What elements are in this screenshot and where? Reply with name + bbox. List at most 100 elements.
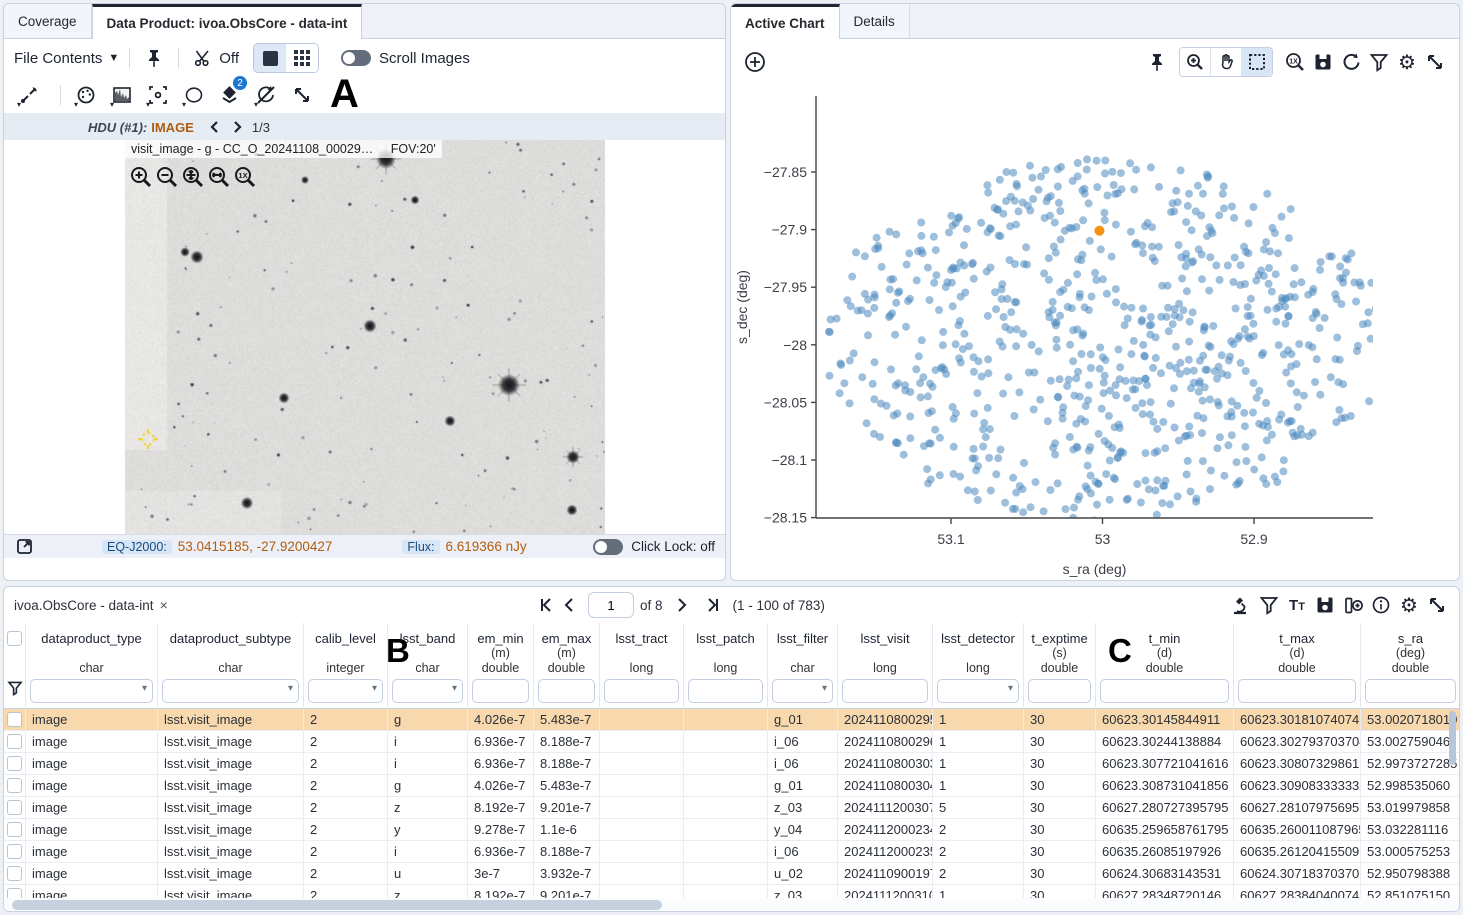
data-point[interactable] xyxy=(864,310,872,318)
data-point[interactable] xyxy=(1206,253,1214,261)
data-point[interactable] xyxy=(1083,155,1091,163)
data-point[interactable] xyxy=(930,279,938,287)
data-point[interactable] xyxy=(1337,300,1345,308)
data-point[interactable] xyxy=(985,454,993,462)
data-point[interactable] xyxy=(936,434,944,442)
data-point[interactable] xyxy=(1151,257,1159,265)
data-point[interactable] xyxy=(864,331,872,339)
data-point[interactable] xyxy=(1227,408,1235,416)
data-point[interactable] xyxy=(1195,388,1203,396)
data-point[interactable] xyxy=(1186,431,1194,439)
data-point[interactable] xyxy=(964,486,972,494)
data-point[interactable] xyxy=(878,263,886,271)
data-point[interactable] xyxy=(1091,269,1099,277)
data-point[interactable] xyxy=(1309,288,1317,296)
data-point[interactable] xyxy=(1207,467,1215,475)
data-point[interactable] xyxy=(1164,304,1172,312)
data-point[interactable] xyxy=(1316,391,1324,399)
data-point[interactable] xyxy=(1242,457,1250,465)
data-point[interactable] xyxy=(1367,279,1375,287)
data-point[interactable] xyxy=(1188,258,1196,266)
data-point[interactable] xyxy=(894,379,902,387)
data-point[interactable] xyxy=(1356,278,1364,286)
data-point[interactable] xyxy=(1101,169,1109,177)
row-checkbox[interactable] xyxy=(7,800,22,815)
data-point[interactable] xyxy=(1199,397,1207,405)
data-point[interactable] xyxy=(1287,205,1295,213)
table-row[interactable]: imagelsst.visit_image2i6.936e-78.188e-7i… xyxy=(4,753,1459,775)
data-point[interactable] xyxy=(1247,295,1255,303)
data-point[interactable] xyxy=(1147,321,1155,329)
data-point[interactable] xyxy=(1004,373,1012,381)
data-point[interactable] xyxy=(998,295,1006,303)
data-point[interactable] xyxy=(1163,313,1171,321)
chart-expand-button[interactable] xyxy=(1421,48,1449,76)
data-point[interactable] xyxy=(1022,243,1030,251)
data-point[interactable] xyxy=(1139,410,1147,418)
data-point[interactable] xyxy=(957,293,965,301)
data-point[interactable] xyxy=(1195,245,1203,253)
data-point[interactable] xyxy=(1142,449,1150,457)
data-point[interactable] xyxy=(1244,333,1252,341)
data-point[interactable] xyxy=(1279,467,1287,475)
data-point[interactable] xyxy=(1012,221,1020,229)
data-point[interactable] xyxy=(1011,505,1019,513)
next-page-button[interactable] xyxy=(669,593,693,617)
data-point[interactable] xyxy=(1258,351,1266,359)
data-point[interactable] xyxy=(1169,320,1177,328)
data-point[interactable] xyxy=(854,307,862,315)
data-point[interactable] xyxy=(874,244,882,252)
data-point[interactable] xyxy=(1061,227,1069,235)
data-point[interactable] xyxy=(1095,430,1103,438)
data-point[interactable] xyxy=(999,210,1007,218)
data-point[interactable] xyxy=(1367,335,1375,343)
data-point[interactable] xyxy=(836,360,844,368)
data-point[interactable] xyxy=(931,426,939,434)
data-point[interactable] xyxy=(996,338,1004,346)
data-point[interactable] xyxy=(979,443,987,451)
data-point[interactable] xyxy=(917,219,925,227)
data-point[interactable] xyxy=(977,219,985,227)
data-point[interactable] xyxy=(1116,424,1124,432)
data-point[interactable] xyxy=(1233,402,1241,410)
chart-zoom-original-button[interactable]: 1X xyxy=(1281,48,1309,76)
table-filter-button[interactable] xyxy=(1255,591,1283,619)
data-point[interactable] xyxy=(1056,288,1064,296)
data-point[interactable] xyxy=(1093,157,1101,165)
data-point[interactable] xyxy=(939,328,947,336)
data-point[interactable] xyxy=(949,222,957,230)
data-point[interactable] xyxy=(1011,260,1019,268)
column-header-lsst_detector[interactable]: lsst_detectorlong▾ xyxy=(933,623,1024,708)
data-point[interactable] xyxy=(1015,388,1023,396)
data-point[interactable] xyxy=(1076,290,1084,298)
data-point[interactable] xyxy=(1120,303,1128,311)
data-point[interactable] xyxy=(1096,344,1104,352)
row-checkbox[interactable] xyxy=(7,734,22,749)
data-point[interactable] xyxy=(1150,418,1158,426)
data-point[interactable] xyxy=(892,299,900,307)
data-point[interactable] xyxy=(1093,501,1101,509)
data-point[interactable] xyxy=(871,358,879,366)
data-point[interactable] xyxy=(870,304,878,312)
data-point[interactable] xyxy=(1117,169,1125,177)
data-point[interactable] xyxy=(1240,409,1248,417)
data-point[interactable] xyxy=(1153,425,1161,433)
data-point[interactable] xyxy=(949,264,957,272)
data-point[interactable] xyxy=(995,232,1003,240)
data-point[interactable] xyxy=(1078,350,1086,358)
data-point[interactable] xyxy=(1019,508,1027,516)
data-point[interactable] xyxy=(1185,356,1193,364)
data-point[interactable] xyxy=(1152,354,1160,362)
data-point[interactable] xyxy=(887,365,895,373)
highlighted-data-point[interactable] xyxy=(1094,226,1104,236)
data-point[interactable] xyxy=(1123,394,1131,402)
data-point[interactable] xyxy=(1138,316,1146,324)
data-point[interactable] xyxy=(979,425,987,433)
column-filter-input[interactable] xyxy=(1028,679,1091,703)
data-point[interactable] xyxy=(1331,290,1339,298)
data-point[interactable] xyxy=(1138,399,1146,407)
data-point[interactable] xyxy=(971,488,979,496)
data-point[interactable] xyxy=(949,302,957,310)
data-point[interactable] xyxy=(1075,492,1083,500)
column-filter-input[interactable] xyxy=(842,679,928,703)
